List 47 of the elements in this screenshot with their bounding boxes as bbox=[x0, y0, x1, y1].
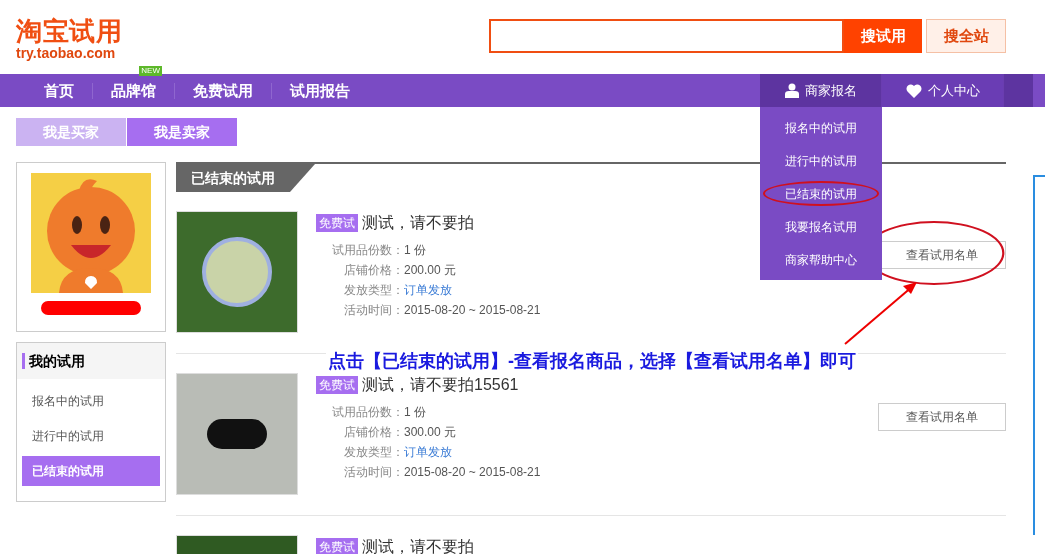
product-title: 测试，请不要拍 bbox=[362, 213, 474, 233]
logo-title: 淘宝试用 bbox=[16, 18, 123, 44]
field-value: 200.00 元 bbox=[404, 262, 457, 279]
field-label: 发放类型： bbox=[344, 444, 404, 461]
dropdown-item[interactable]: 进行中的试用 bbox=[765, 148, 877, 173]
field-label: 活动时间： bbox=[344, 302, 404, 319]
nav-link[interactable]: 试用报告 bbox=[290, 81, 350, 99]
field-label: 试用品份数： bbox=[332, 404, 404, 421]
sidebar-title: 我的试用 bbox=[29, 351, 85, 371]
nav-link[interactable]: 首页 bbox=[44, 81, 74, 99]
user-icon bbox=[784, 83, 799, 98]
field-value: 2015-08-20 ~ 2015-08-21 bbox=[404, 464, 541, 481]
field-value: 1 份 bbox=[404, 242, 426, 259]
dropdown-item[interactable]: 我要报名试用 bbox=[765, 214, 877, 239]
sidebar-item[interactable]: 进行中的试用 bbox=[22, 421, 160, 451]
search-button[interactable]: 搜全站 bbox=[926, 19, 1006, 53]
free-trial-badge: 免费试 bbox=[316, 376, 358, 394]
logo-url: try.taobao.com bbox=[16, 46, 117, 60]
product-title: 测试，请不要拍 bbox=[362, 537, 474, 554]
free-trial-badge: 免费试 bbox=[316, 538, 358, 554]
field-link[interactable]: 订单发放 bbox=[404, 280, 452, 300]
sidebar-item[interactable]: 已结束的试用 bbox=[22, 456, 160, 486]
search-field[interactable] bbox=[489, 19, 844, 53]
field-label: 发放类型： bbox=[344, 282, 404, 299]
nav-link[interactable]: 免费试用 bbox=[193, 81, 253, 99]
product-title: 测试，请不要拍15561 bbox=[362, 375, 519, 395]
new-badge: NEW bbox=[139, 65, 162, 76]
nav-link[interactable]: 品牌馆 bbox=[111, 81, 156, 99]
field-label: 店铺价格： bbox=[344, 262, 404, 279]
field-value: 1 份 bbox=[404, 404, 426, 421]
sidebar-item[interactable]: 报名中的试用 bbox=[22, 386, 160, 416]
field-label: 店铺价格： bbox=[344, 424, 404, 441]
field-link[interactable]: 订单发放 bbox=[404, 442, 452, 462]
field-value: 300.00 元 bbox=[404, 424, 457, 441]
free-trial-badge: 免费试 bbox=[316, 214, 358, 232]
role-tab[interactable]: 我是卖家 bbox=[127, 118, 237, 146]
nav-menu-button[interactable]: 个人中心 bbox=[882, 74, 1004, 107]
search-button[interactable]: 搜试用 bbox=[844, 19, 922, 53]
field-label: 活动时间： bbox=[344, 464, 404, 481]
dropdown-item[interactable]: 报名中的试用 bbox=[765, 115, 877, 140]
field-label: 试用品份数： bbox=[332, 242, 404, 259]
field-value: 2015-08-20 ~ 2015-08-21 bbox=[404, 302, 541, 319]
view-list-button[interactable]: 查看试用名单 bbox=[878, 403, 1006, 431]
heart-icon bbox=[905, 83, 922, 98]
dropdown-item[interactable]: 商家帮助中心 bbox=[765, 247, 877, 272]
dropdown-item[interactable]: 已结束的试用 bbox=[763, 181, 879, 206]
section-title: 已结束的试用 bbox=[176, 164, 315, 192]
